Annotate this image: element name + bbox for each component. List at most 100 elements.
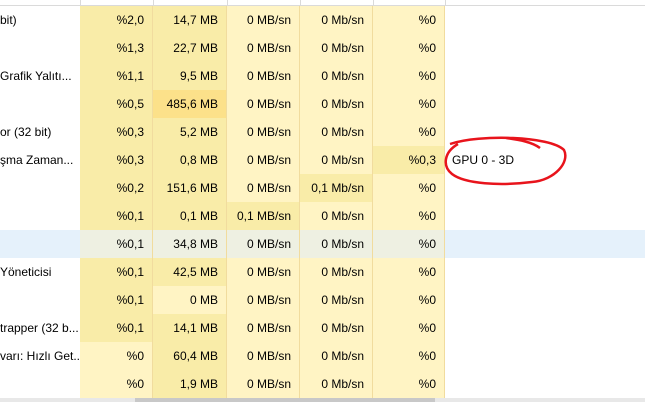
cell-name: varı: Hızlı Get... xyxy=(0,349,80,363)
cell-cpu: %1,3 xyxy=(80,34,153,62)
cell-engine xyxy=(445,62,645,90)
cell-disk: 0 MB/sn xyxy=(227,146,300,174)
cell-cpu: %0,2 xyxy=(80,174,153,202)
cell-disk: 0 MB/sn xyxy=(227,174,300,202)
scrollbar-thumb[interactable] xyxy=(135,398,435,402)
table-row[interactable]: %0,1 34,8 MB 0 MB/sn 0 Mb/sn %0 xyxy=(0,230,645,258)
cell-net: 0 Mb/sn xyxy=(300,202,373,230)
cell-engine xyxy=(445,342,645,370)
cell-mem: 60,4 MB xyxy=(153,342,227,370)
cell-gpu: %0 xyxy=(373,286,445,314)
process-table: bit) %2,0 14,7 MB 0 MB/sn 0 Mb/sn %0 %1,3 22,7 … xyxy=(0,6,645,398)
cell-mem: 5,2 MB xyxy=(153,118,227,146)
cell-name: Grafik Yalıtı... xyxy=(0,69,72,83)
cell-net: 0 Mb/sn xyxy=(300,6,373,34)
cell-mem: 0,8 MB xyxy=(153,146,227,174)
cell-gpu: %0 xyxy=(373,118,445,146)
cell-cpu: %0,1 xyxy=(80,230,153,258)
cell-cpu: %0,5 xyxy=(80,90,153,118)
cell-cpu: %0,3 xyxy=(80,146,153,174)
cell-engine xyxy=(445,230,645,258)
cell-gpu: %0 xyxy=(373,202,445,230)
cell-disk: 0 MB/sn xyxy=(227,62,300,90)
cell-name: or (32 bit) xyxy=(0,125,52,139)
cell-disk: 0 MB/sn xyxy=(227,90,300,118)
cell-name: bit) xyxy=(0,13,17,27)
cell-cpu: %2,0 xyxy=(80,6,153,34)
cell-name xyxy=(0,34,80,62)
cell-cpu: %1,1 xyxy=(80,62,153,90)
cell-gpu: %0 xyxy=(373,342,445,370)
cell-name xyxy=(0,370,80,398)
cell-engine xyxy=(445,370,645,398)
cell-net: 0 Mb/sn xyxy=(300,90,373,118)
cell-gpu: %0 xyxy=(373,258,445,286)
cell-disk: 0 MB/sn xyxy=(227,118,300,146)
cell-gpu: %0 xyxy=(373,230,445,258)
cell-cpu: %0,1 xyxy=(80,314,153,342)
red-circle-annotation xyxy=(444,136,567,186)
cell-cpu: %0,1 xyxy=(80,258,153,286)
cell-engine xyxy=(445,6,645,34)
cell-cpu: %0 xyxy=(80,342,153,370)
cell-disk: 0 MB/sn xyxy=(227,370,300,398)
cell-gpu: %0 xyxy=(373,174,445,202)
cell-mem: 14,7 MB xyxy=(153,6,227,34)
cell-gpu: %0 xyxy=(373,314,445,342)
cell-mem: 14,1 MB xyxy=(153,314,227,342)
table-row[interactable]: %0 1,9 MB 0 MB/sn 0 Mb/sn %0 xyxy=(0,370,645,398)
cell-mem: 9,5 MB xyxy=(153,62,227,90)
cell-disk: 0 MB/sn xyxy=(227,230,300,258)
cell-disk: 0 MB/sn xyxy=(227,286,300,314)
cell-mem: 0,1 MB xyxy=(153,202,227,230)
cell-net: 0 Mb/sn xyxy=(300,34,373,62)
cell-mem: 1,9 MB xyxy=(153,370,227,398)
cell-mem: 34,8 MB xyxy=(153,230,227,258)
cell-engine xyxy=(445,90,645,118)
cell-net: 0 Mb/sn xyxy=(300,118,373,146)
cell-gpu: %0,3 xyxy=(373,146,445,174)
cell-name xyxy=(0,230,80,258)
table-row[interactable]: %0,1 0,1 MB 0,1 MB/sn 0 Mb/sn %0 xyxy=(0,202,645,230)
cell-gpu: %0 xyxy=(373,34,445,62)
table-row[interactable]: varı: Hızlı Get... %0 60,4 MB 0 MB/sn 0 Mb/s… xyxy=(0,342,645,370)
cell-gpu: %0 xyxy=(373,6,445,34)
cell-engine xyxy=(445,202,645,230)
table-row[interactable]: bit) %2,0 14,7 MB 0 MB/sn 0 Mb/sn %0 xyxy=(0,6,645,34)
cell-disk: 0 MB/sn xyxy=(227,34,300,62)
cell-mem: 22,7 MB xyxy=(153,34,227,62)
cell-name: Yöneticisi xyxy=(0,265,52,279)
cell-net: 0 Mb/sn xyxy=(300,258,373,286)
cell-engine xyxy=(445,258,645,286)
table-row[interactable]: Grafik Yalıtı... %1,1 9,5 MB 0 MB/sn 0 Mb/sn… xyxy=(0,62,645,90)
table-row[interactable]: %1,3 22,7 MB 0 MB/sn 0 Mb/sn %0 xyxy=(0,34,645,62)
cell-gpu: %0 xyxy=(373,370,445,398)
cell-cpu: %0,3 xyxy=(80,118,153,146)
table-row[interactable]: %0,5 485,6 MB 0 MB/sn 0 Mb/sn %0 xyxy=(0,90,645,118)
horizontal-scrollbar[interactable] xyxy=(0,398,645,402)
cell-gpu: %0 xyxy=(373,62,445,90)
cell-net: 0 Mb/sn xyxy=(300,146,373,174)
cell-cpu: %0,1 xyxy=(80,202,153,230)
cell-name xyxy=(0,174,80,202)
cell-net: 0 Mb/sn xyxy=(300,314,373,342)
cell-mem: 151,6 MB xyxy=(153,174,227,202)
cell-cpu: %0,1 xyxy=(80,286,153,314)
table-row[interactable]: Yöneticisi %0,1 42,5 MB 0 MB/sn 0 Mb/sn %0 xyxy=(0,258,645,286)
cell-net: 0,1 Mb/sn xyxy=(300,174,373,202)
cell-mem: 0 MB xyxy=(153,286,227,314)
cell-disk: 0 MB/sn xyxy=(227,342,300,370)
cell-disk: 0 MB/sn xyxy=(227,258,300,286)
table-row[interactable]: trapper (32 b... %0,1 14,1 MB 0 MB/sn 0 Mb/s… xyxy=(0,314,645,342)
cell-net: 0 Mb/sn xyxy=(300,286,373,314)
table-row[interactable]: %0,1 0 MB 0 MB/sn 0 Mb/sn %0 xyxy=(0,286,645,314)
cell-engine xyxy=(445,34,645,62)
cell-gpu: %0 xyxy=(373,90,445,118)
cell-name xyxy=(0,286,80,314)
cell-name xyxy=(0,90,80,118)
cell-cpu: %0 xyxy=(80,370,153,398)
cell-name: trapper (32 b... xyxy=(0,321,79,335)
cell-disk: 0,1 MB/sn xyxy=(227,202,300,230)
cell-mem: 42,5 MB xyxy=(153,258,227,286)
cell-name: şma Zaman... xyxy=(0,153,74,167)
